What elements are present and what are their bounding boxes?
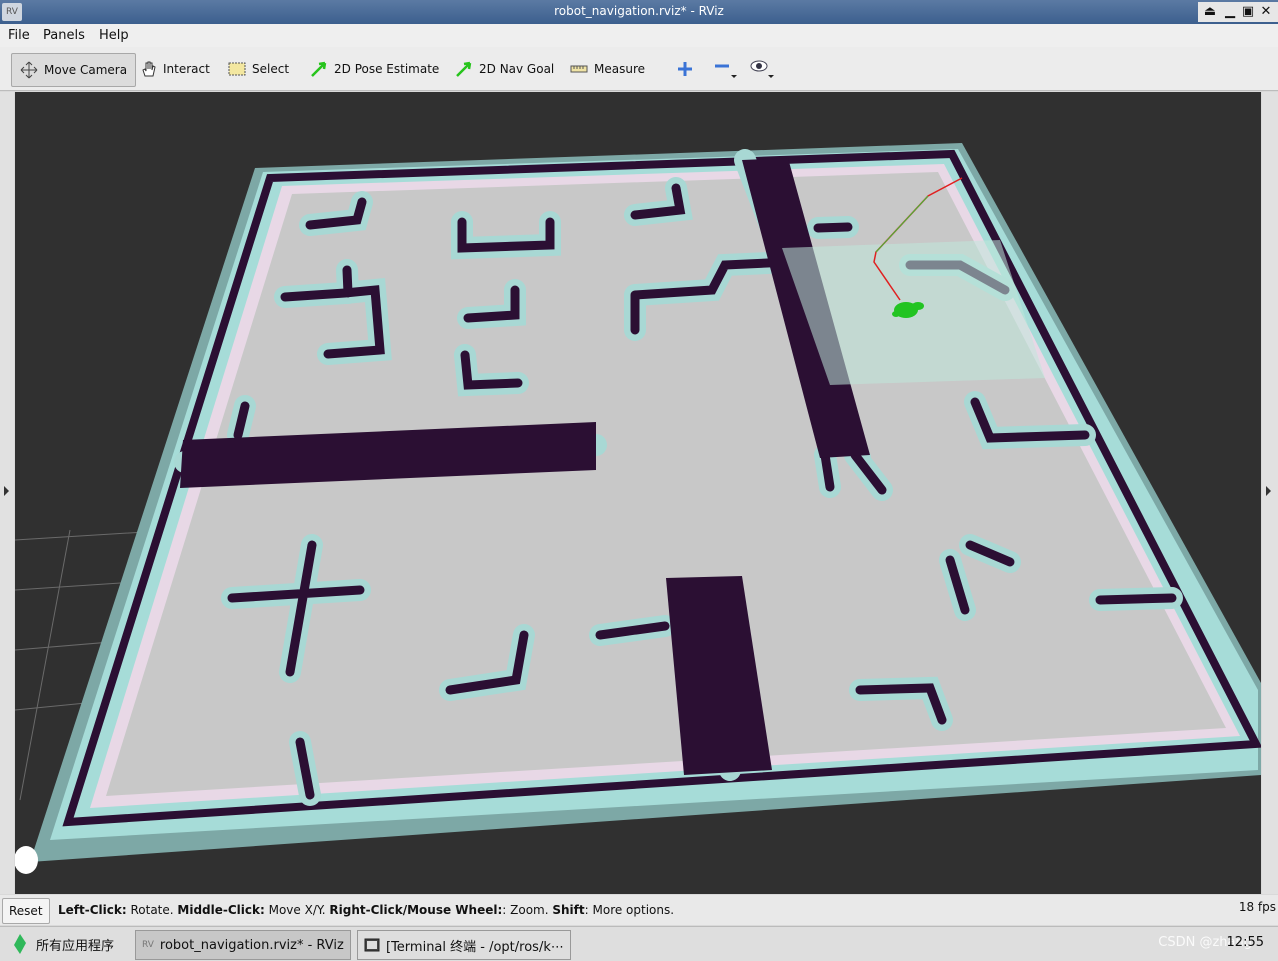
map-render <box>15 143 1261 874</box>
menu-help[interactable]: Help <box>99 28 129 43</box>
mouse-hint: Left-Click: Rotate. Middle-Click: Move X… <box>58 903 674 917</box>
hint-text: Move X/Y. <box>264 903 330 917</box>
hint-key: Right-Click/Mouse Wheel: <box>329 903 503 917</box>
clock: 12:55 <box>1226 935 1264 950</box>
reset-button[interactable]: Reset <box>2 898 50 924</box>
task-rviz[interactable]: RV robot_navigation.rviz* - RViz <box>135 930 351 960</box>
right-panel-toggle[interactable] <box>1262 92 1278 894</box>
hint-key: Left-Click: <box>58 903 127 917</box>
tool-select[interactable]: Select <box>228 53 289 85</box>
tool-2d-pose-estimate[interactable]: 2D Pose Estimate <box>310 53 439 85</box>
task-label: [Terminal 终端 - /opt/ros/k⋯ <box>386 939 564 955</box>
fps-counter: 18 fps <box>1238 900 1276 914</box>
ruler-icon <box>570 65 588 73</box>
plus-icon <box>678 62 692 76</box>
tool-label: Select <box>252 62 290 76</box>
hint-text: : More options. <box>584 903 675 917</box>
start-label: 所有应用程序 <box>36 938 115 954</box>
tool-2d-nav-goal[interactable]: 2D Nav Goal <box>455 53 554 85</box>
eye-icon <box>750 60 774 78</box>
tool-interact[interactable]: Interact <box>139 53 210 85</box>
green-arrow-icon <box>456 61 472 77</box>
hint-text: Rotate. <box>126 903 178 917</box>
axes-marker <box>15 846 38 874</box>
tool-move-camera[interactable]: Move Camera <box>11 53 137 87</box>
tool-label: Measure <box>594 62 645 76</box>
toolbar: Move Camera Interact Select 2D Pose Esti… <box>0 47 1278 91</box>
left-panel-toggle[interactable] <box>0 92 14 894</box>
task-label: robot_navigation.rviz* - RViz <box>159 937 344 953</box>
select-box-icon <box>228 62 246 76</box>
window-title: robot_navigation.rviz* - RViz <box>554 4 724 18</box>
start-menu-button[interactable]: 所有应用程序 <box>4 930 120 958</box>
menu-panels[interactable]: Panels <box>43 28 85 43</box>
task-terminal[interactable]: [Terminal 终端 - /opt/ros/k⋯ <box>357 930 571 960</box>
terminal-icon <box>364 938 380 952</box>
render-viewport[interactable] <box>15 92 1261 894</box>
green-arrow-icon <box>311 61 327 77</box>
tool-label: Interact <box>163 62 210 76</box>
menu-bar: File Panels Help <box>0 24 1278 47</box>
hint-text: : Zoom. <box>502 903 553 917</box>
hand-icon <box>142 61 156 77</box>
hint-key: Middle-Click: <box>177 903 265 917</box>
close-button[interactable]: ✕ <box>1254 2 1278 22</box>
taskbar: 所有应用程序 RV robot_navigation.rviz* - RViz … <box>0 926 1278 961</box>
hint-key: Shift <box>552 903 585 917</box>
map-free-space <box>106 172 1226 796</box>
remove-tool-button[interactable] <box>713 53 741 85</box>
expand-right-icon <box>1266 486 1271 496</box>
menu-file[interactable]: File <box>8 28 30 43</box>
app-menu-icon <box>14 934 26 954</box>
move-camera-icon <box>20 61 38 79</box>
add-tool-button[interactable] <box>676 53 694 85</box>
expand-left-icon <box>4 486 9 496</box>
rviz-task-icon: RV <box>142 940 154 950</box>
status-bar: Reset Left-Click: Rotate. Middle-Click: … <box>0 895 1278 925</box>
tool-label: 2D Nav Goal <box>479 62 555 76</box>
tool-label: Move Camera <box>44 63 128 77</box>
title-bar: RV robot_navigation.rviz* - RViz ⏏ ▁ ▣ ✕ <box>0 0 1278 24</box>
tool-label: 2D Pose Estimate <box>334 62 440 76</box>
tool-measure[interactable]: Measure <box>570 53 645 85</box>
visibility-tool-button[interactable] <box>750 53 778 85</box>
minus-icon <box>715 64 737 78</box>
